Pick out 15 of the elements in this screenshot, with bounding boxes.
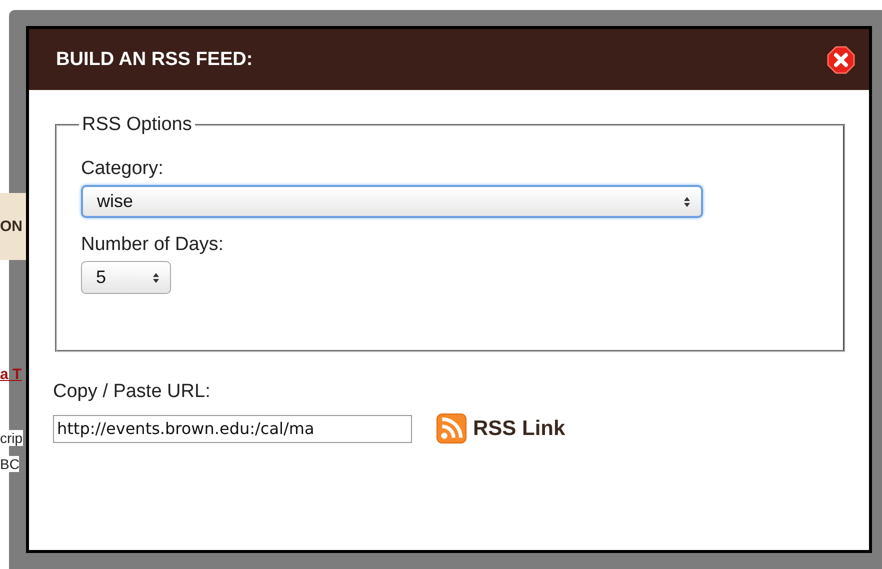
- field-label: Category:: [81, 158, 164, 180]
- group-legend: RSS Options: [79, 114, 195, 136]
- field-label: Number of Days:: [81, 234, 225, 256]
- stepper-icon: [683, 196, 691, 208]
- background-text: BC: [0, 456, 20, 472]
- dialog-title: BUILD AN RSS FEED:: [56, 48, 253, 70]
- rss-icon[interactable]: [436, 413, 467, 444]
- select-field[interactable]: wise: [81, 185, 703, 218]
- url-field[interactable]: http://events.brown.edu:/cal/ma: [53, 414, 412, 442]
- background-text: crip: [0, 430, 23, 446]
- select-field[interactable]: 5: [81, 261, 171, 294]
- close-icon[interactable]: [827, 46, 855, 74]
- stepper-icon: [152, 272, 160, 284]
- url-label: Copy / Paste URL:: [53, 381, 212, 403]
- rss-link[interactable]: RSS Link: [473, 416, 566, 440]
